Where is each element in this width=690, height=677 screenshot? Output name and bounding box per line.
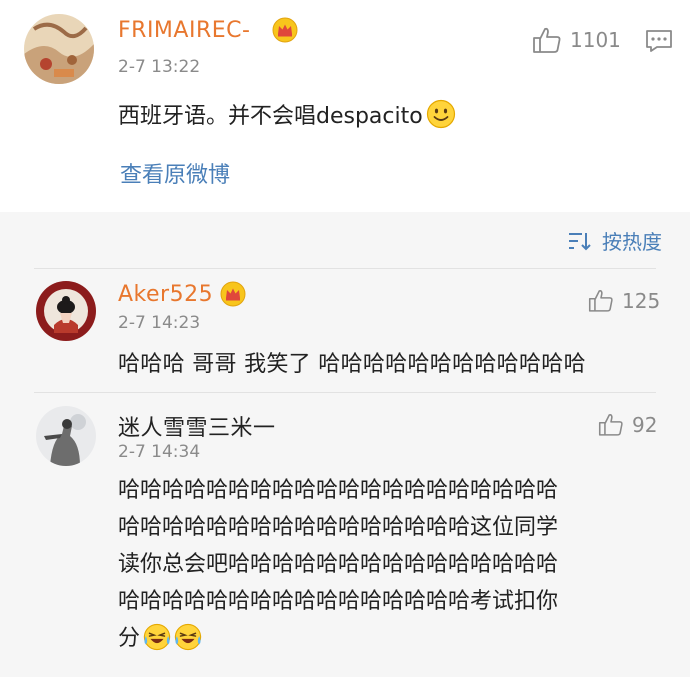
sort-label: 按热度: [602, 230, 662, 254]
divider: [34, 268, 656, 269]
timestamp: 2-7 14:23: [118, 313, 201, 333]
divider: [34, 392, 656, 393]
reply-text: 哈哈哈 哥哥 我笑了 哈哈哈哈哈哈哈哈哈哈哈哈: [118, 352, 586, 377]
replies-section: 按热度 Aker525 2-7 14:23 125 哈哈哈 哥哥 我笑了 哈哈哈…: [0, 212, 690, 677]
thumbs-up-icon: [588, 290, 613, 312]
like-button[interactable]: 1101: [532, 26, 621, 54]
laugh-cry-emoji-icon: [174, 623, 202, 651]
reply-line: 读你总会吧哈哈哈哈哈哈哈哈哈哈哈哈哈哈哈: [118, 552, 559, 577]
view-original-link[interactable]: 查看原微博: [120, 157, 230, 189]
reply-text: 哈哈哈哈哈哈哈哈哈哈哈哈哈哈哈哈哈哈哈哈 哈哈哈哈哈哈哈哈哈哈哈哈哈哈哈哈这位同…: [118, 472, 658, 657]
sort-icon: [569, 232, 591, 250]
comment-text: 西班牙语。并不会唱despacito: [118, 98, 456, 130]
avatar[interactable]: [36, 281, 96, 341]
like-count: 125: [622, 288, 661, 313]
reply-line-last: 分: [118, 620, 658, 657]
main-comment: FRIMAIREC- 2-7 13:22 1101 西班牙语。并不会唱despa…: [0, 0, 690, 212]
sort-by-hot-button[interactable]: 按热度: [568, 226, 662, 255]
username[interactable]: FRIMAIREC-: [118, 18, 250, 43]
username[interactable]: 迷人雪雪三米一: [118, 410, 276, 442]
avatar[interactable]: [36, 406, 96, 466]
timestamp: 2-7 14:34: [118, 442, 201, 462]
like-count: 92: [632, 412, 658, 437]
thumbs-up-icon: [598, 414, 623, 436]
like-button[interactable]: 125: [588, 288, 660, 313]
vip-crown-icon: [272, 17, 298, 43]
reply-line: 哈哈哈哈哈哈哈哈哈哈哈哈哈哈哈哈这位同学: [118, 515, 559, 540]
username[interactable]: Aker525: [118, 282, 213, 307]
like-count: 1101: [570, 28, 621, 52]
avatar[interactable]: [24, 14, 94, 84]
reply-line: 哈哈哈哈哈哈哈哈哈哈哈哈哈哈哈哈哈哈哈哈: [118, 478, 559, 503]
like-button[interactable]: 92: [598, 412, 657, 437]
timestamp: 2-7 13:22: [118, 57, 201, 77]
laugh-cry-emoji-icon: [143, 623, 171, 651]
smile-emoji-icon: [426, 99, 455, 129]
comment-reply-icon[interactable]: [645, 29, 673, 53]
vip-crown-icon: [220, 281, 246, 307]
thumbs-up-icon: [533, 27, 561, 53]
reply-line: 哈哈哈哈哈哈哈哈哈哈哈哈哈哈哈哈考试扣你: [118, 589, 559, 614]
